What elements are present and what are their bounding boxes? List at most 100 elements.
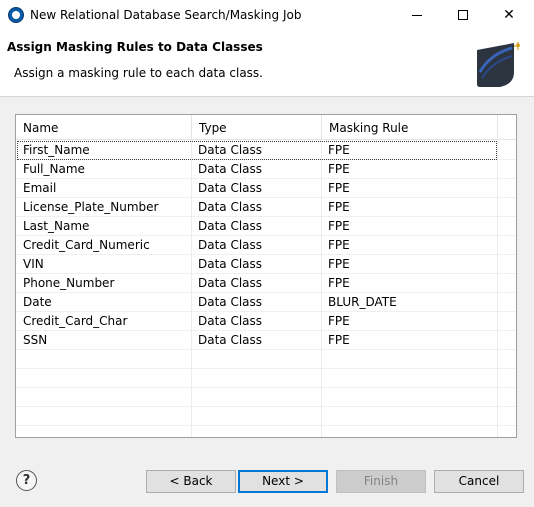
table-row-content: Email Data Class FPE <box>17 179 498 198</box>
table-header: Name Type Masking Rule <box>16 115 516 140</box>
app-icon <box>8 7 24 23</box>
masking-rule-cell[interactable]: FPE <box>322 141 498 160</box>
table-row[interactable]: Email Data Class FPE <box>16 179 516 198</box>
type-cell: Data Class <box>192 160 322 179</box>
close-button[interactable]: ✕ <box>486 0 532 31</box>
minimize-icon <box>412 14 422 16</box>
name-cell: Full_Name <box>17 160 192 179</box>
name-cell: Credit_Card_Char <box>17 312 192 331</box>
type-cell: Data Class <box>192 293 322 312</box>
type-cell: Data Class <box>192 236 322 255</box>
column-header-type[interactable]: Type <box>192 115 322 140</box>
empty-cell <box>322 426 498 437</box>
masking-rule-cell[interactable]: FPE <box>322 198 498 217</box>
maximize-button[interactable] <box>440 0 486 31</box>
name-cell: Phone_Number <box>17 274 192 293</box>
minimize-button[interactable] <box>394 0 440 31</box>
type-cell: Data Class <box>192 331 322 350</box>
empty-cell <box>322 407 498 426</box>
masking-rule-cell[interactable]: FPE <box>322 312 498 331</box>
masking-rule-cell[interactable]: FPE <box>322 160 498 179</box>
name-cell: Credit_Card_Numeric <box>17 236 192 255</box>
masking-rule-cell[interactable]: FPE <box>322 274 498 293</box>
empty-cell <box>17 369 192 388</box>
column-header-masking-rule[interactable]: Masking Rule <box>322 115 498 140</box>
page-title: Assign Masking Rules to Data Classes <box>7 40 263 54</box>
name-cell: First_Name <box>17 141 192 160</box>
name-cell: SSN <box>17 331 192 350</box>
table-row[interactable]: Date Data Class BLUR_DATE <box>16 293 516 312</box>
table-row[interactable]: SSN Data Class FPE <box>16 331 516 350</box>
table-body: First_Name Data Class FPE Full_Name Data Cla… <box>16 141 516 437</box>
type-cell: Data Class <box>192 179 322 198</box>
table-row[interactable]: Phone_Number Data Class FPE <box>16 274 516 293</box>
next-button[interactable]: Next > <box>238 470 328 493</box>
empty-cell <box>192 350 322 369</box>
page-description: Assign a masking rule to each data class… <box>14 66 263 80</box>
name-cell: License_Plate_Number <box>17 198 192 217</box>
table-row-content: VIN Data Class FPE <box>17 255 498 274</box>
empty-cell <box>17 350 192 369</box>
empty-row <box>16 369 516 388</box>
table-row-content: Credit_Card_Char Data Class FPE <box>17 312 498 331</box>
masking-rule-cell[interactable]: FPE <box>322 331 498 350</box>
name-cell: VIN <box>17 255 192 274</box>
masking-rule-cell[interactable]: FPE <box>322 179 498 198</box>
data-class-table: Name Type Masking Rule First_Name Data Cl… <box>15 114 517 438</box>
table-row[interactable]: License_Plate_Number Data Class FPE <box>16 198 516 217</box>
type-cell: Data Class <box>192 141 322 160</box>
empty-cell <box>192 407 322 426</box>
table-row-content: SSN Data Class FPE <box>17 331 498 350</box>
wizard-banner-icon <box>477 42 520 87</box>
table-row-content: Date Data Class BLUR_DATE <box>17 293 498 312</box>
empty-cell <box>17 426 192 437</box>
finish-button[interactable]: Finish <box>336 470 426 493</box>
masking-rule-cell[interactable]: FPE <box>322 255 498 274</box>
empty-cell <box>322 350 498 369</box>
table-row-content: First_Name Data Class FPE <box>17 141 498 160</box>
empty-row <box>16 426 516 437</box>
table-row-content: Phone_Number Data Class FPE <box>17 274 498 293</box>
empty-row <box>16 388 516 407</box>
table-row-content: Full_Name Data Class FPE <box>17 160 498 179</box>
empty-row <box>16 407 516 426</box>
type-cell: Data Class <box>192 198 322 217</box>
window-title: New Relational Database Search/Masking J… <box>30 8 302 22</box>
masking-rule-cell[interactable]: FPE <box>322 217 498 236</box>
table-row[interactable]: Credit_Card_Char Data Class FPE <box>16 312 516 331</box>
table-row[interactable]: Full_Name Data Class FPE <box>16 160 516 179</box>
name-cell: Email <box>17 179 192 198</box>
masking-rule-cell[interactable]: FPE <box>322 236 498 255</box>
maximize-icon <box>458 10 468 20</box>
masking-rule-cell[interactable]: BLUR_DATE <box>322 293 498 312</box>
empty-cell <box>192 426 322 437</box>
empty-cell <box>322 388 498 407</box>
table-row[interactable]: Last_Name Data Class FPE <box>16 217 516 236</box>
empty-cell <box>322 369 498 388</box>
empty-row <box>16 350 516 369</box>
empty-cell <box>192 388 322 407</box>
title-bar: New Relational Database Search/Masking J… <box>0 0 534 31</box>
help-icon: ? <box>22 473 31 488</box>
type-cell: Data Class <box>192 255 322 274</box>
table-row-content: Last_Name Data Class FPE <box>17 217 498 236</box>
empty-cell <box>192 369 322 388</box>
column-header-name[interactable]: Name <box>16 115 192 140</box>
empty-cell <box>17 388 192 407</box>
table-row[interactable]: First_Name Data Class FPE <box>16 141 516 160</box>
back-button[interactable]: < Back <box>146 470 236 493</box>
type-cell: Data Class <box>192 274 322 293</box>
help-button[interactable]: ? <box>16 470 37 491</box>
empty-cell <box>17 407 192 426</box>
type-cell: Data Class <box>192 312 322 331</box>
cancel-button[interactable]: Cancel <box>434 470 524 493</box>
name-cell: Date <box>17 293 192 312</box>
close-icon: ✕ <box>503 7 515 23</box>
table-row-content: License_Plate_Number Data Class FPE <box>17 198 498 217</box>
wizard-header: Assign Masking Rules to Data Classes Ass… <box>0 31 534 97</box>
table-row[interactable]: VIN Data Class FPE <box>16 255 516 274</box>
table-row-content: Credit_Card_Numeric Data Class FPE <box>17 236 498 255</box>
type-cell: Data Class <box>192 217 322 236</box>
table-row[interactable]: Credit_Card_Numeric Data Class FPE <box>16 236 516 255</box>
name-cell: Last_Name <box>17 217 192 236</box>
